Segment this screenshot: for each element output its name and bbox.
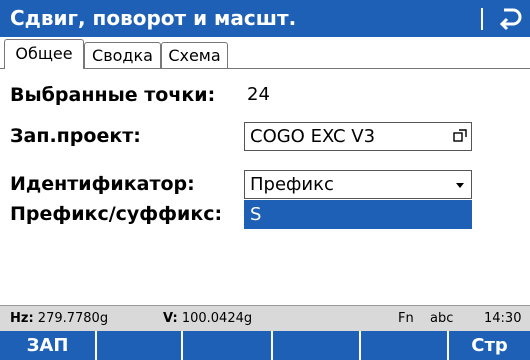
- softkey-1[interactable]: ЗАП: [0, 331, 97, 360]
- job-value: COGO EXC V3: [250, 126, 376, 147]
- tab-diagram[interactable]: Схема: [161, 42, 228, 68]
- softkey-6[interactable]: Стр: [449, 331, 530, 360]
- softkey-bar: ЗАП Стр: [0, 331, 530, 360]
- job-field[interactable]: COGO EXC V3: [244, 122, 472, 151]
- softkey-1-label: ЗАП: [26, 335, 69, 356]
- selected-points-value: 24: [247, 84, 270, 105]
- v-readout: V: 100.0424g: [163, 311, 252, 326]
- job-browse-icon[interactable]: [453, 129, 467, 143]
- tab-summary-label: Сводка: [92, 46, 153, 65]
- selected-points-label: Выбранные точки:: [10, 84, 216, 106]
- prefix-suffix-value: S: [250, 204, 262, 225]
- tab-general-label: Общее: [15, 44, 73, 63]
- tab-diagram-label: Схема: [168, 46, 221, 65]
- prefix-suffix-input[interactable]: S: [244, 200, 472, 229]
- back-icon[interactable]: [494, 3, 524, 33]
- input-mode-indicator: abc: [430, 311, 454, 326]
- tab-general[interactable]: Общее: [4, 39, 84, 69]
- softkey-5[interactable]: [361, 331, 449, 360]
- v-label: V:: [163, 311, 178, 326]
- tab-bar: Общее Сводка Схема: [0, 38, 530, 69]
- softkey-4[interactable]: [273, 331, 361, 360]
- identifier-label: Идентификатор:: [10, 173, 195, 195]
- hz-readout: Hz: 279.7780g: [10, 311, 108, 326]
- hz-label: Hz:: [10, 311, 34, 326]
- title-separator: [481, 8, 483, 30]
- hz-value: 279.7780g: [37, 311, 109, 326]
- title-bar: Сдвиг, поворот и масшт.: [0, 0, 530, 37]
- identifier-dropdown[interactable]: Префикс: [244, 170, 472, 199]
- fn-indicator: Fn: [398, 311, 414, 326]
- identifier-value: Префикс: [250, 174, 334, 195]
- chevron-down-icon[interactable]: [453, 178, 467, 192]
- job-label: Зап.проект:: [10, 125, 141, 147]
- prefix-suffix-label: Префикс/суффикс:: [10, 203, 223, 225]
- v-value: 100.0424g: [181, 311, 253, 326]
- softkey-2[interactable]: [97, 331, 183, 360]
- tab-summary[interactable]: Сводка: [84, 42, 161, 68]
- softkey-6-label: Стр: [471, 335, 508, 356]
- clock: 14:30: [484, 311, 522, 326]
- status-bar: Hz: 279.7780g V: 100.0424g Fn abc 14:30: [0, 305, 530, 331]
- window-title: Сдвиг, поворот и масшт.: [10, 6, 297, 30]
- softkey-3[interactable]: [183, 331, 273, 360]
